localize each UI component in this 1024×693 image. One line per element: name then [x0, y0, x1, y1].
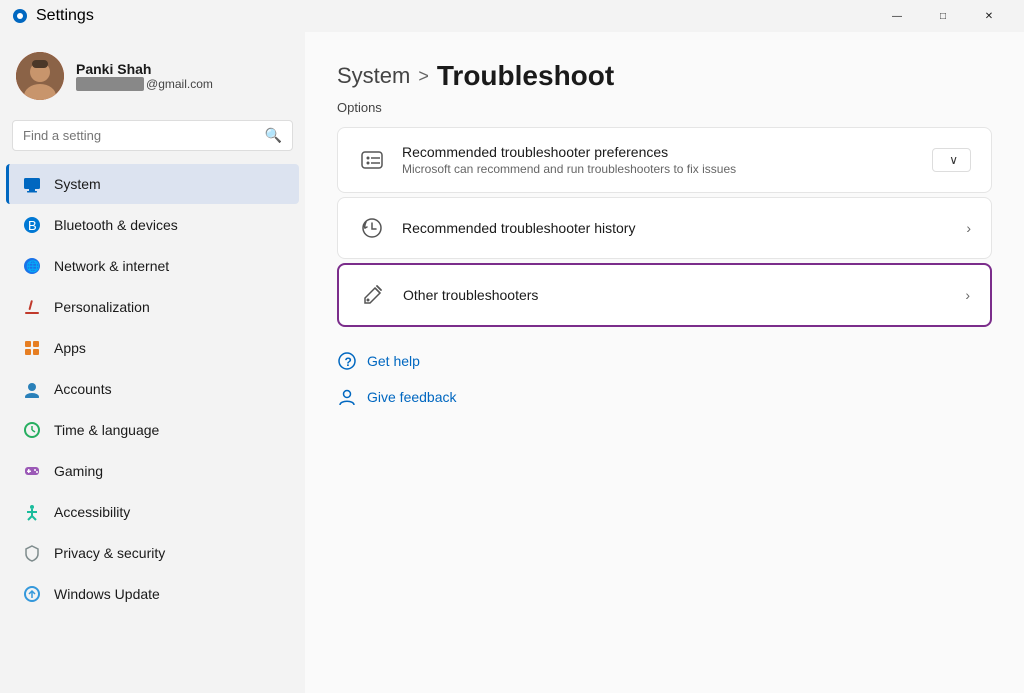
card-text-recommended-prefs: Recommended troubleshooter preferences M…: [402, 144, 916, 176]
avatar-image: [16, 52, 64, 100]
sidebar-item-accounts[interactable]: Accounts: [6, 369, 299, 409]
recommended-prefs-dropdown[interactable]: ∨: [932, 148, 971, 172]
search-input[interactable]: [23, 128, 257, 143]
breadcrumb-separator: >: [418, 66, 429, 87]
svg-text:🌐: 🌐: [26, 260, 40, 273]
accessibility-icon: [22, 502, 42, 522]
card-action-other: ›: [965, 287, 970, 303]
sidebar-item-label-privacy: Privacy & security: [54, 545, 165, 561]
search-icon: 🔍: [265, 127, 282, 144]
get-help-link[interactable]: ? Get help: [337, 347, 992, 375]
card-subtitle-recommended-prefs: Microsoft can recommend and run troubles…: [402, 162, 916, 176]
sidebar: Panki Shah ████████ @gmail.com 🔍: [0, 32, 305, 693]
app-body: Panki Shah ████████ @gmail.com 🔍: [0, 32, 1024, 693]
network-icon: 🌐: [22, 256, 42, 276]
title-bar-title: Settings: [36, 7, 94, 25]
personalization-icon: [22, 297, 42, 317]
sidebar-item-windows-update[interactable]: Windows Update: [6, 574, 299, 614]
breadcrumb-current: Troubleshoot: [437, 60, 614, 92]
sidebar-item-label-time: Time & language: [54, 422, 159, 438]
sidebar-item-bluetooth[interactable]: B Bluetooth & devices: [6, 205, 299, 245]
minimize-button[interactable]: —: [874, 0, 920, 32]
links-section: ? Get help Give feedback: [337, 347, 992, 411]
avatar: [16, 52, 64, 100]
card-title-other-troubleshooters: Other troubleshooters: [403, 287, 949, 303]
give-feedback-icon: [337, 387, 357, 407]
sidebar-item-label-system: System: [54, 176, 101, 192]
privacy-icon: [22, 543, 42, 563]
sidebar-item-label-accessibility: Accessibility: [54, 504, 130, 520]
chevron-down-icon: ∨: [949, 153, 958, 167]
sidebar-item-network[interactable]: 🌐 Network & internet: [6, 246, 299, 286]
sidebar-item-label-accounts: Accounts: [54, 381, 112, 397]
user-email: ████████ @gmail.com: [76, 77, 213, 91]
time-icon: [22, 420, 42, 440]
settings-window-icon: [12, 8, 28, 24]
card-action-recommended-prefs: ∨: [932, 148, 971, 172]
get-help-label: Get help: [367, 353, 420, 369]
maximize-button[interactable]: □: [920, 0, 966, 32]
sidebar-item-privacy[interactable]: Privacy & security: [6, 533, 299, 573]
card-text-recommended-history: Recommended troubleshooter history: [402, 220, 950, 236]
sidebar-item-personalization[interactable]: Personalization: [6, 287, 299, 327]
card-recommended-prefs[interactable]: Recommended troubleshooter preferences M…: [337, 127, 992, 193]
chevron-right-icon-history: ›: [966, 220, 971, 236]
sidebar-item-label-personalization: Personalization: [54, 299, 150, 315]
windows-update-icon: [22, 584, 42, 604]
sidebar-item-time[interactable]: Time & language: [6, 410, 299, 450]
card-other-troubleshooters[interactable]: Other troubleshooters ›: [337, 263, 992, 327]
search-box[interactable]: 🔍: [12, 120, 293, 151]
sidebar-item-system[interactable]: System: [6, 164, 299, 204]
sidebar-item-label-network: Network & internet: [54, 258, 169, 274]
title-bar-left: Settings: [12, 7, 94, 25]
card-text-other-troubleshooters: Other troubleshooters: [403, 287, 949, 303]
sidebar-item-label-gaming: Gaming: [54, 463, 103, 479]
close-button[interactable]: ✕: [966, 0, 1012, 32]
main-content: System > Troubleshoot Options Recommende…: [305, 32, 1024, 693]
svg-text:B: B: [28, 218, 37, 233]
section-label: Options: [337, 100, 992, 115]
give-feedback-label: Give feedback: [367, 389, 457, 405]
title-bar-controls: — □ ✕: [874, 0, 1012, 32]
sidebar-item-label-bluetooth: Bluetooth & devices: [54, 217, 178, 233]
apps-icon: [22, 338, 42, 358]
user-section: Panki Shah ████████ @gmail.com: [0, 32, 305, 116]
give-feedback-link[interactable]: Give feedback: [337, 383, 992, 411]
breadcrumb-parent[interactable]: System: [337, 63, 410, 89]
sidebar-item-accessibility[interactable]: Accessibility: [6, 492, 299, 532]
gaming-icon: [22, 461, 42, 481]
get-help-icon: ?: [337, 351, 357, 371]
user-name: Panki Shah: [76, 61, 213, 77]
sidebar-item-gaming[interactable]: Gaming: [6, 451, 299, 491]
breadcrumb: System > Troubleshoot: [337, 60, 992, 92]
card-title-recommended-prefs: Recommended troubleshooter preferences: [402, 144, 916, 160]
email-blur: ████████: [76, 77, 144, 91]
bluetooth-icon: B: [22, 215, 42, 235]
chevron-right-icon-other: ›: [965, 287, 970, 303]
sidebar-item-label-apps: Apps: [54, 340, 86, 356]
card-action-history: ›: [966, 220, 971, 236]
title-bar: Settings — □ ✕: [0, 0, 1024, 32]
sidebar-item-apps[interactable]: Apps: [6, 328, 299, 368]
card-title-recommended-history: Recommended troubleshooter history: [402, 220, 950, 236]
sidebar-item-label-windows-update: Windows Update: [54, 586, 160, 602]
svg-text:?: ?: [345, 355, 352, 369]
card-recommended-history[interactable]: Recommended troubleshooter history ›: [337, 197, 992, 259]
user-info: Panki Shah ████████ @gmail.com: [76, 61, 213, 91]
system-icon: [22, 174, 42, 194]
nav-list: System B Bluetooth & devices 🌐: [0, 163, 305, 615]
recommended-prefs-icon: [358, 146, 386, 174]
email-domain: @gmail.com: [146, 77, 213, 91]
avatar-svg: [16, 52, 64, 100]
other-troubleshooters-icon: [359, 281, 387, 309]
recommended-history-icon: [358, 214, 386, 242]
accounts-icon: [22, 379, 42, 399]
